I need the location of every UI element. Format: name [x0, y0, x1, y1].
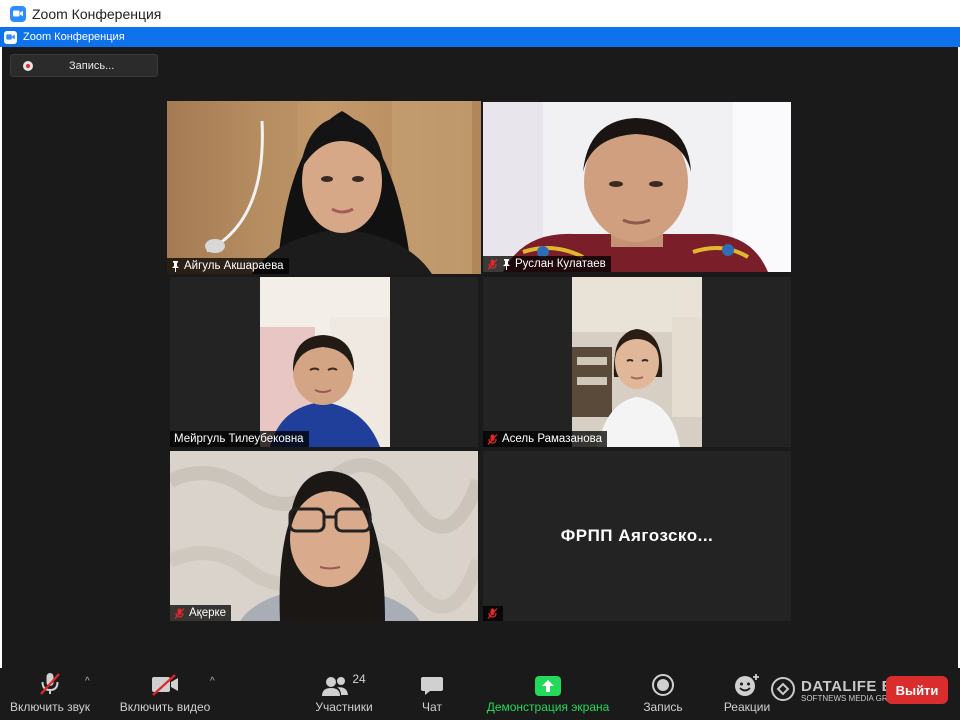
participant-video — [170, 451, 478, 621]
chat-icon — [421, 668, 443, 696]
video-options-caret-icon[interactable]: ^ — [210, 676, 215, 687]
share-screen-icon — [535, 668, 561, 696]
participants-button[interactable]: 24 Участники — [308, 668, 380, 720]
muted-mic-icon — [487, 433, 498, 445]
unmute-label: Включить звук — [9, 700, 91, 714]
record-button[interactable]: Запись — [636, 668, 690, 720]
reactions-button[interactable]: Реакции — [716, 668, 778, 720]
muted-mic-icon — [487, 608, 498, 619]
meeting-title: Zoom Конференция — [23, 31, 125, 43]
share-screen-button[interactable]: Демонстрация экрана — [478, 668, 618, 720]
participant-name-tag: Ақерке — [170, 605, 232, 621]
watermark-logo-icon — [770, 676, 796, 707]
participant-video — [572, 277, 702, 447]
participant-name-tag: Руслан Кулатаев — [483, 256, 611, 272]
muted-mic-icon — [174, 607, 185, 619]
video-tile-akerke[interactable]: Ақерке — [170, 451, 478, 621]
zoom-logo-icon — [4, 30, 17, 44]
pin-icon — [171, 260, 180, 272]
participant-display-name: ФРПП Аягозско... — [560, 526, 714, 545]
recording-label: Запись... — [69, 59, 115, 72]
video-tile-frpp[interactable]: ФРПП Аягозско... — [483, 451, 791, 621]
video-tile-ruslan[interactable]: Руслан Кулатаев — [483, 102, 791, 272]
pin-icon — [502, 258, 511, 270]
zoom-logo-icon — [10, 5, 26, 22]
app-title: Zoom Конференция — [32, 5, 162, 22]
leave-meeting-button[interactable]: Выйти — [886, 676, 948, 704]
recording-indicator[interactable]: Запись... — [10, 54, 158, 77]
participants-label: Участники — [315, 700, 373, 714]
participant-name-tag: Асель Рамазанова — [483, 431, 607, 447]
record-dot-icon — [23, 60, 33, 71]
record-label: Запись — [643, 700, 683, 714]
record-icon — [652, 668, 674, 696]
video-off-icon — [151, 668, 179, 696]
participant-video — [167, 101, 481, 274]
video-tile-meirgul[interactable]: Мейргуль Тилеубековна — [170, 277, 478, 447]
participant-name-tag: Мейргуль Тилеубековна — [170, 431, 309, 447]
reactions-label: Реакции — [723, 700, 771, 714]
app-titlebar: Zoom Конференция — [0, 0, 960, 27]
muted-mic-icon — [39, 668, 61, 696]
participant-video — [483, 102, 791, 272]
unmute-button[interactable]: Включить звук — [4, 668, 96, 720]
participant-video — [260, 277, 390, 447]
start-video-label: Включить видео — [119, 700, 211, 714]
participants-icon: 24 — [322, 668, 366, 696]
reactions-icon — [734, 668, 760, 696]
muted-mic-icon — [487, 258, 498, 270]
participant-name-tag — [483, 606, 503, 621]
chat-button[interactable]: Чат — [410, 668, 454, 720]
share-screen-label: Демонстрация экрана — [486, 700, 610, 714]
video-tile-aigul[interactable]: Айгуль Акшараева — [167, 101, 481, 274]
audio-options-caret-icon[interactable]: ^ — [85, 676, 90, 687]
meeting-titlebar: Zoom Конференция — [0, 27, 960, 47]
start-video-button[interactable]: Включить видео — [114, 668, 216, 720]
chat-label: Чат — [422, 700, 442, 714]
video-tile-asel[interactable]: Асель Рамазанова — [483, 277, 791, 447]
participant-name-tag: Айгуль Акшараева — [167, 258, 289, 274]
participants-count: 24 — [352, 672, 366, 686]
